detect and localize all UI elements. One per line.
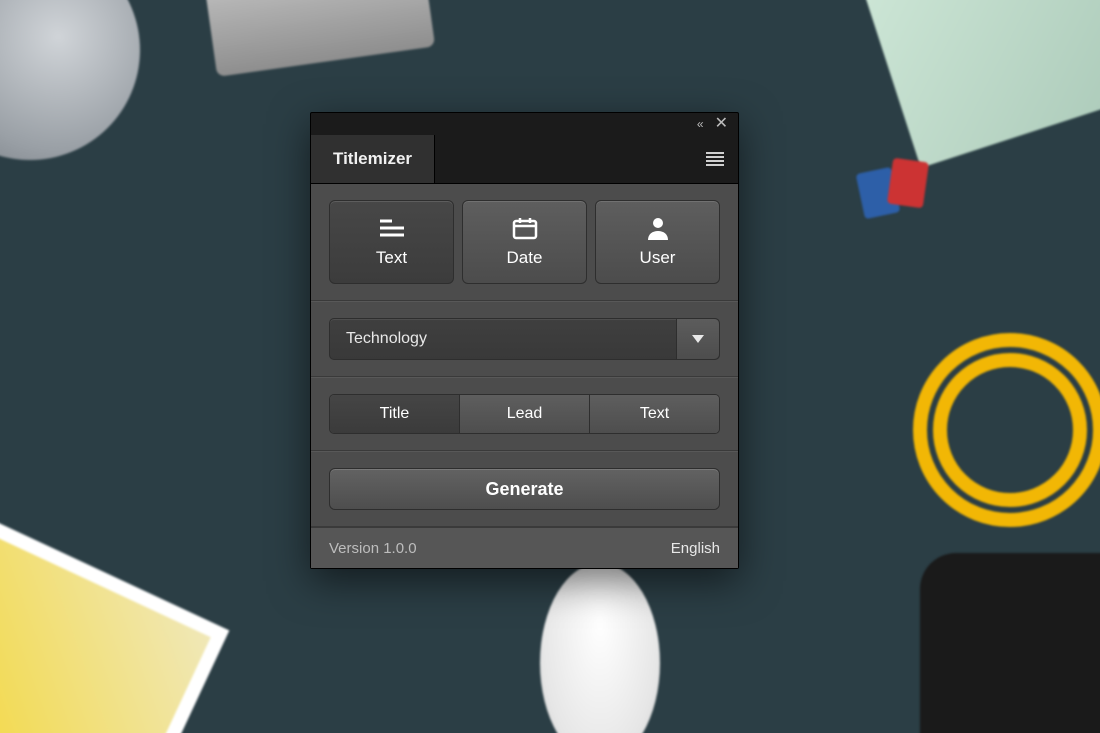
- tab-date[interactable]: Date: [462, 200, 587, 284]
- category-select[interactable]: Technology: [329, 318, 720, 360]
- app-title: Titlemizer: [333, 149, 412, 169]
- action-section: Generate: [311, 451, 738, 527]
- bg-prop: [880, 300, 1100, 560]
- panel-body: Text Date User: [311, 184, 738, 568]
- tab-text[interactable]: Text: [329, 200, 454, 284]
- type-tabs-section: Text Date User: [311, 184, 738, 301]
- close-icon[interactable]: ✕: [715, 116, 728, 132]
- plugin-panel: « ✕ Titlemizer Text: [310, 112, 739, 569]
- user-icon: [644, 216, 672, 240]
- desktop-background: « ✕ Titlemizer Text: [0, 0, 1100, 733]
- generate-button[interactable]: Generate: [329, 468, 720, 510]
- calendar-icon: [511, 216, 539, 240]
- text-lines-icon: [378, 216, 406, 240]
- tab-label: User: [640, 248, 676, 268]
- panel-footer: Version 1.0.0 English: [311, 527, 738, 568]
- format-segmented: Title Lead Text: [329, 394, 720, 434]
- category-value: Technology: [330, 319, 676, 359]
- language-selector[interactable]: English: [671, 540, 720, 557]
- tab-label: Date: [507, 248, 543, 268]
- bg-prop: [540, 563, 660, 733]
- flyout-menu-icon[interactable]: [692, 135, 738, 183]
- app-title-tab[interactable]: Titlemizer: [311, 135, 435, 183]
- segment-title[interactable]: Title: [330, 395, 460, 433]
- segment-lead[interactable]: Lead: [460, 395, 590, 433]
- bg-prop: [860, 160, 930, 230]
- bg-prop: [0, 0, 171, 191]
- bg-prop: [920, 553, 1100, 733]
- tab-user[interactable]: User: [595, 200, 720, 284]
- panel-tabbar: Titlemizer: [311, 135, 738, 184]
- version-label: Version 1.0.0: [329, 540, 417, 557]
- format-section: Title Lead Text: [311, 377, 738, 451]
- bg-prop: [0, 504, 229, 733]
- panel-system-bar: « ✕: [311, 113, 738, 135]
- tab-label: Text: [376, 248, 407, 268]
- segment-text[interactable]: Text: [590, 395, 719, 433]
- category-section: Technology: [311, 301, 738, 377]
- chevron-down-icon: [676, 319, 719, 359]
- bg-prop: [205, 0, 435, 77]
- collapse-icon[interactable]: «: [697, 117, 701, 131]
- bg-prop: [853, 0, 1100, 168]
